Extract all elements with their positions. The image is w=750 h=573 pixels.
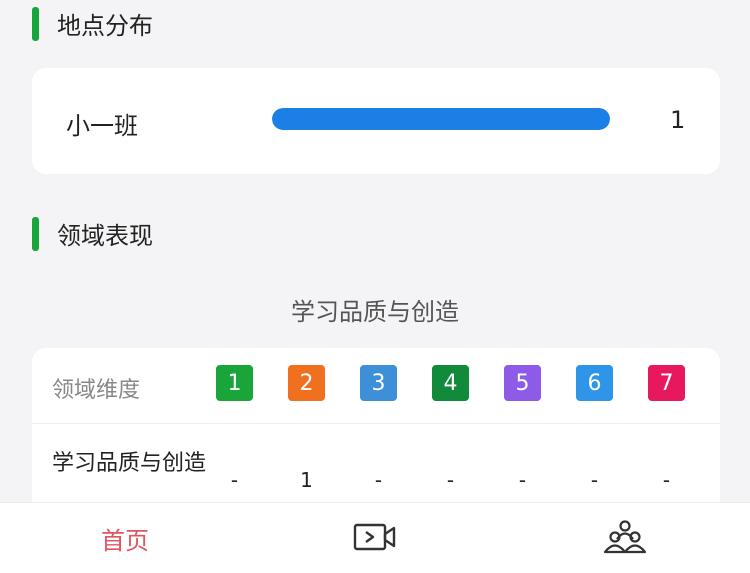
table-cell: - <box>446 468 455 492</box>
table-cell: - <box>230 468 239 492</box>
table-cell: - <box>590 468 599 492</box>
tab-home[interactable]: 首页 <box>0 503 250 573</box>
location-row: 小一班 1 <box>32 68 720 174</box>
location-bar-track <box>272 108 610 130</box>
location-count: 1 <box>670 106 686 134</box>
bottom-tab-bar: 首页 <box>0 502 750 573</box>
dimension-badge-3[interactable]: 3 <box>360 365 397 401</box>
table-cell: - <box>518 468 527 492</box>
domain-subtitle: 学习品质与创造 <box>291 298 459 326</box>
location-card: 小一班 1 <box>32 68 720 174</box>
dimension-badge-1[interactable]: 1 <box>216 365 253 401</box>
location-section-header: 地点分布 <box>32 6 153 41</box>
table-cell: - <box>662 468 671 492</box>
dimension-badge-6[interactable]: 6 <box>576 365 613 401</box>
group-icon <box>603 519 647 559</box>
location-name: 小一班 <box>66 112 138 140</box>
tab-group[interactable] <box>500 503 750 573</box>
tab-home-label: 首页 <box>101 527 149 555</box>
dimension-badge-2[interactable]: 2 <box>288 365 325 401</box>
dimension-header-label: 领域维度 <box>52 378 141 403</box>
section-accent-bar <box>32 216 39 251</box>
dimension-badge-5[interactable]: 5 <box>504 365 541 401</box>
location-bar-fill <box>272 108 610 130</box>
domain-section-header: 领域表现 <box>32 216 153 251</box>
table-cell: - <box>374 468 383 492</box>
section-accent-bar <box>32 6 39 41</box>
row-label: 学习品质与创造 <box>52 451 207 476</box>
table-cell: 1 <box>300 468 313 492</box>
video-icon <box>353 522 397 556</box>
dimension-badge-7[interactable]: 7 <box>648 365 685 401</box>
domain-table-header: 领域维度 1 2 3 4 5 6 7 <box>32 348 720 424</box>
dimension-badge-4[interactable]: 4 <box>432 365 469 401</box>
domain-section-title: 领域表现 <box>57 222 153 250</box>
tab-video[interactable] <box>250 503 500 573</box>
domain-table: 领域维度 1 2 3 4 5 6 7 学习品质与创造 - 1 - - - - - <box>32 348 720 518</box>
location-section-title: 地点分布 <box>57 12 153 40</box>
